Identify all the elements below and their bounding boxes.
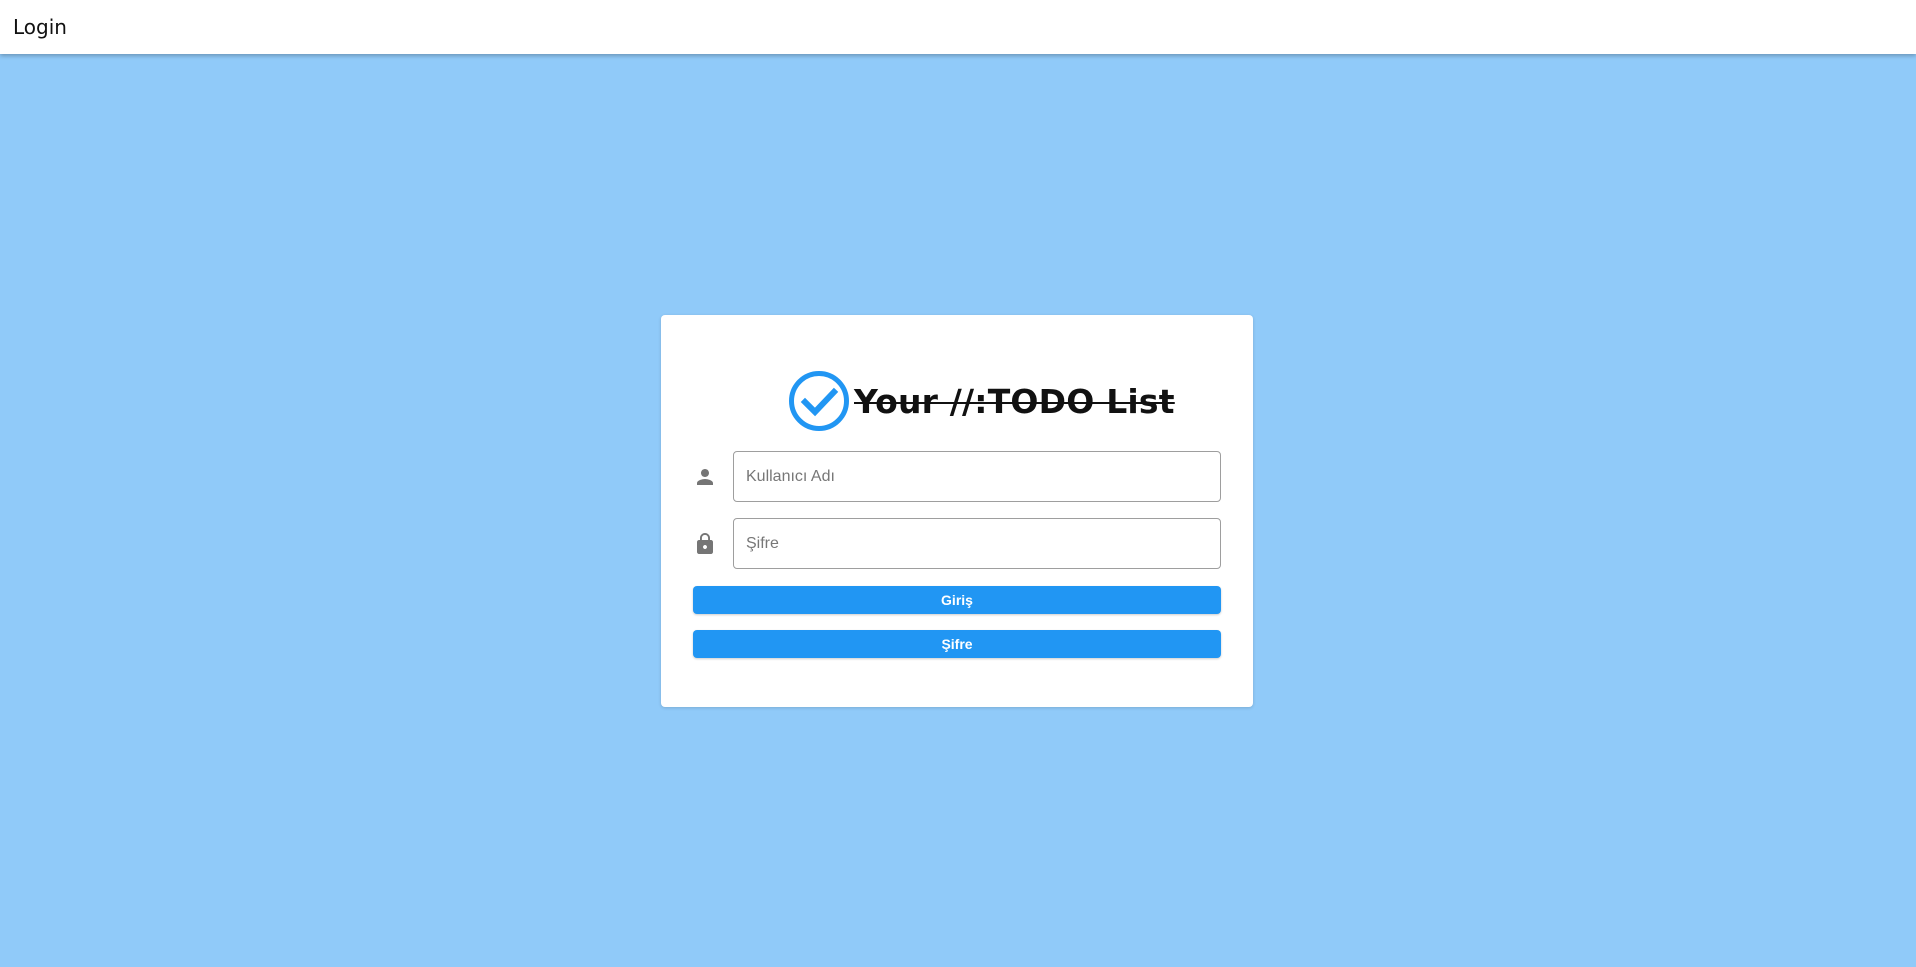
check-circle-icon [789, 371, 849, 431]
page-title: Login [13, 15, 67, 39]
username-input[interactable] [733, 451, 1221, 502]
brand-header: Your //:TODO List [788, 370, 1175, 432]
person-icon [697, 469, 713, 485]
password-input[interactable] [733, 518, 1221, 569]
app-bar: Login [0, 0, 1916, 54]
app-title: Your //:TODO List [854, 381, 1175, 421]
password-button[interactable]: Şifre [693, 630, 1221, 658]
password-row [693, 518, 1221, 570]
login-card: Your //:TODO List Giriş Şifre [661, 315, 1253, 707]
username-row [693, 451, 1221, 503]
login-button[interactable]: Giriş [693, 586, 1221, 614]
lock-icon [697, 533, 713, 554]
